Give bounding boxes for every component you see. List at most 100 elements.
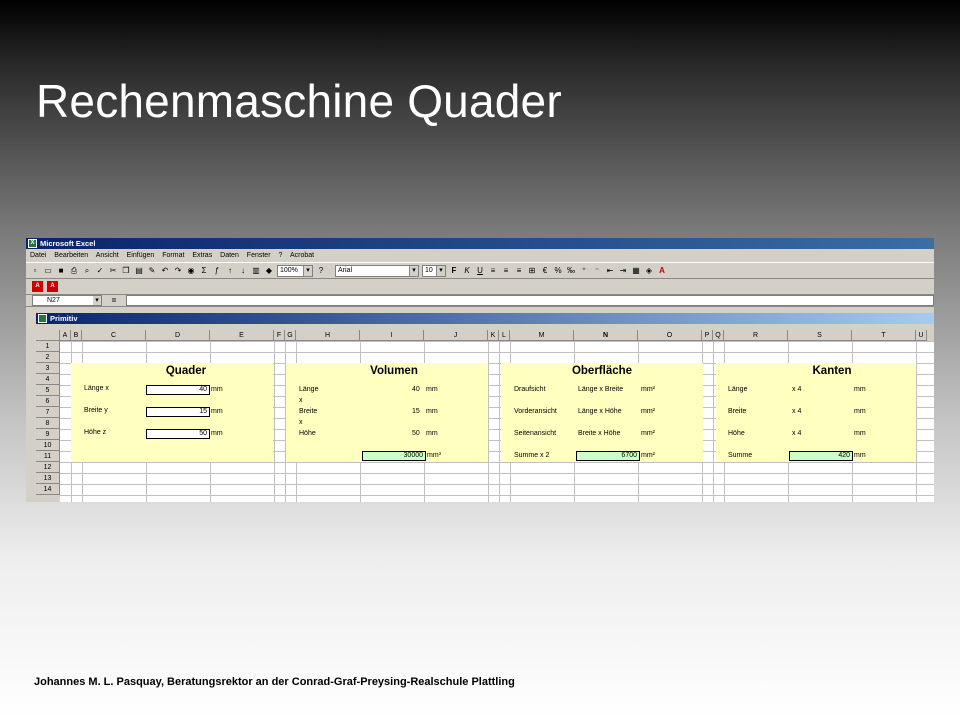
menu-ansicht[interactable]: Ansicht <box>96 252 119 259</box>
column-header-l[interactable]: L <box>499 330 510 341</box>
row-header-9[interactable]: 9 <box>36 429 60 440</box>
column-header-j[interactable]: J <box>424 330 488 341</box>
font-select[interactable]: Arial <box>335 264 419 277</box>
column-header-d[interactable]: D <box>146 330 210 341</box>
menu-help[interactable]: ? <box>278 252 282 259</box>
column-header-n[interactable]: N <box>574 330 638 341</box>
row-header-6[interactable]: 6 <box>36 396 60 407</box>
menu-datei[interactable]: Datei <box>30 252 46 259</box>
pdf-convert-icon[interactable]: A <box>32 281 43 292</box>
quader-breite-input[interactable]: 15 <box>146 407 210 417</box>
row-header-7[interactable]: 7 <box>36 407 60 418</box>
column-header-f[interactable]: F <box>274 330 285 341</box>
bold-icon[interactable]: F <box>449 266 459 276</box>
copy-icon[interactable]: ❐ <box>121 266 131 276</box>
autosum-icon[interactable]: Σ <box>199 266 209 276</box>
column-header-o[interactable]: O <box>638 330 702 341</box>
kanten-laenge-formula: x 4 <box>792 386 802 393</box>
column-header-u[interactable]: U <box>916 330 927 341</box>
cut-icon[interactable]: ✂ <box>108 266 118 276</box>
column-header-b[interactable]: B <box>71 330 82 341</box>
row-header-1[interactable]: 1 <box>36 341 60 352</box>
redo-icon[interactable]: ↷ <box>173 266 183 276</box>
menu-einfuegen[interactable]: Einfügen <box>127 252 155 259</box>
pdf-email-icon[interactable]: A <box>47 281 58 292</box>
column-header-h[interactable]: H <box>296 330 360 341</box>
help-icon[interactable]: ? <box>316 266 326 276</box>
row-header-10[interactable]: 10 <box>36 440 60 451</box>
drawing-icon[interactable]: ◆ <box>264 266 274 276</box>
preview-icon[interactable]: ⌕ <box>82 266 92 276</box>
font-color-icon[interactable]: A <box>657 266 667 276</box>
row-header-4[interactable]: 4 <box>36 374 60 385</box>
quader-hoehe-input[interactable]: 50 <box>146 429 210 439</box>
new-icon[interactable]: ▫ <box>30 266 40 276</box>
kanten-hoehe-label: Höhe <box>728 430 745 437</box>
column-header-k[interactable]: K <box>488 330 499 341</box>
sort-desc-icon[interactable]: ↓ <box>238 266 248 276</box>
increase-decimal-icon[interactable]: ⁺ <box>579 266 589 276</box>
borders-icon[interactable]: ▦ <box>631 266 641 276</box>
save-icon[interactable]: ■ <box>56 266 66 276</box>
menu-format[interactable]: Format <box>162 252 184 259</box>
column-header-c[interactable]: C <box>82 330 146 341</box>
undo-icon[interactable]: ↶ <box>160 266 170 276</box>
column-header-g[interactable]: G <box>285 330 296 341</box>
name-box[interactable]: N27 <box>32 295 102 306</box>
row-header-11[interactable]: 11 <box>36 451 60 462</box>
menu-fenster[interactable]: Fenster <box>247 252 271 259</box>
align-left-icon[interactable]: ≡ <box>488 266 498 276</box>
italic-icon[interactable]: K <box>462 266 472 276</box>
quader-laenge-input[interactable]: 40 <box>146 385 210 395</box>
column-header-r[interactable]: R <box>724 330 788 341</box>
row-header-5[interactable]: 5 <box>36 385 60 396</box>
menu-extras[interactable]: Extras <box>192 252 212 259</box>
row-header-8[interactable]: 8 <box>36 418 60 429</box>
indent-icon[interactable]: ⇥ <box>618 266 628 276</box>
row-header-14[interactable]: 14 <box>36 484 60 495</box>
column-header-i[interactable]: I <box>360 330 424 341</box>
column-header-q[interactable]: Q <box>713 330 724 341</box>
sort-asc-icon[interactable]: ↑ <box>225 266 235 276</box>
fill-color-icon[interactable]: ◈ <box>644 266 654 276</box>
row-header-13[interactable]: 13 <box>36 473 60 484</box>
column-header-t[interactable]: T <box>852 330 916 341</box>
column-header-a[interactable]: A <box>60 330 71 341</box>
align-center-icon[interactable]: ≡ <box>501 266 511 276</box>
formula-input[interactable] <box>126 295 934 306</box>
function-icon[interactable]: ƒ <box>212 266 222 276</box>
acrobat-toolbar: A A <box>26 279 934 295</box>
font-size-select[interactable]: 10 <box>422 264 446 277</box>
worksheet-grid[interactable]: A B C D E F G H I J K L M N O P Q R S T U 1 2 3 4 5 6 7 8 9 10 11 12 13 14… <box>36 330 934 502</box>
thousands-icon[interactable]: ‰ <box>566 266 576 276</box>
format-painter-icon[interactable]: ✎ <box>147 266 157 276</box>
print-icon[interactable]: ⎙ <box>69 266 79 276</box>
quader-heading: Quader <box>165 365 207 377</box>
menu-bearbeiten[interactable]: Bearbeiten <box>54 252 88 259</box>
column-header-p[interactable]: P <box>702 330 713 341</box>
row-header-2[interactable]: 2 <box>36 352 60 363</box>
spellcheck-icon[interactable]: ✓ <box>95 266 105 276</box>
excel-titlebar: X Microsoft Excel <box>26 238 934 249</box>
column-header-s[interactable]: S <box>788 330 852 341</box>
select-all-corner[interactable] <box>36 330 60 341</box>
column-header-m[interactable]: M <box>510 330 574 341</box>
row-header-12[interactable]: 12 <box>36 462 60 473</box>
align-right-icon[interactable]: ≡ <box>514 266 524 276</box>
percent-icon[interactable]: % <box>553 266 563 276</box>
currency-icon[interactable]: € <box>540 266 550 276</box>
decrease-decimal-icon[interactable]: ⁻ <box>592 266 602 276</box>
formula-equals[interactable]: = <box>102 296 126 305</box>
paste-icon[interactable]: ▤ <box>134 266 144 276</box>
column-header-e[interactable]: E <box>210 330 274 341</box>
menu-acrobat[interactable]: Acrobat <box>290 252 314 259</box>
hyperlink-icon[interactable]: ◉ <box>186 266 196 276</box>
chart-icon[interactable]: ▥ <box>251 266 261 276</box>
menu-daten[interactable]: Daten <box>220 252 239 259</box>
row-header-3[interactable]: 3 <box>36 363 60 374</box>
merge-center-icon[interactable]: ⊞ <box>527 266 537 276</box>
outdent-icon[interactable]: ⇤ <box>605 266 615 276</box>
zoom-select[interactable]: 100% <box>277 264 313 277</box>
underline-icon[interactable]: U <box>475 266 485 276</box>
open-icon[interactable]: ▭ <box>43 266 53 276</box>
